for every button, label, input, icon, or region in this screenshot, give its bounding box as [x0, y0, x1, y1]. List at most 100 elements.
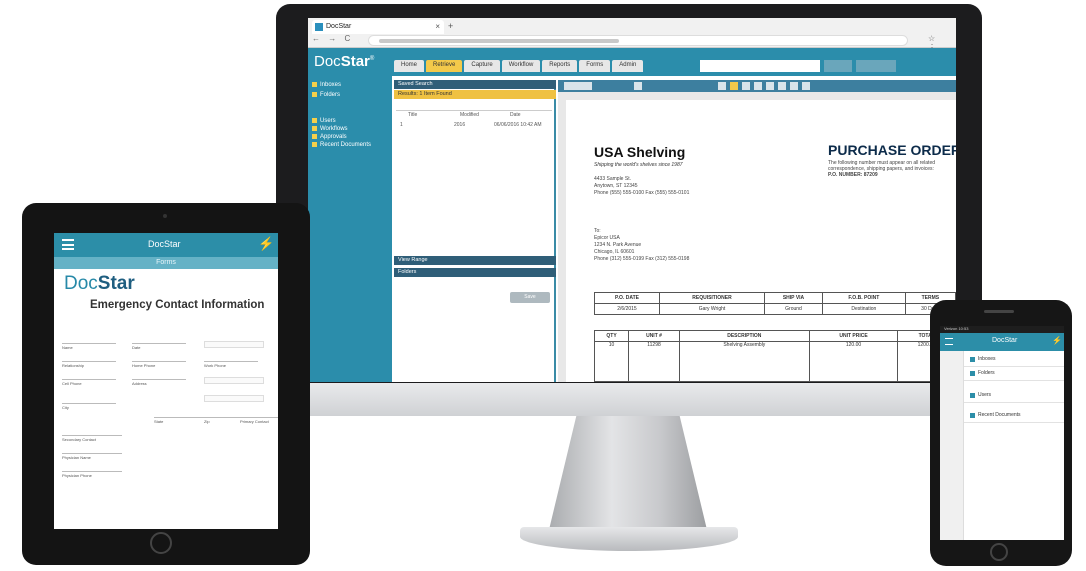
tablet-camera: [163, 214, 167, 218]
table-header-cell: UNIT #: [628, 330, 680, 342]
tab-admin[interactable]: Admin: [612, 60, 644, 72]
form-field-line[interactable]: [62, 379, 116, 380]
tablet-subheader: Forms: [54, 257, 278, 269]
tab-home[interactable]: Home: [394, 60, 425, 72]
address-line: Phone (555) 555-0100 Fax (555) 555-0101: [594, 190, 690, 196]
to-line: Chicago, IL 60601: [594, 249, 635, 255]
form-label: City: [62, 405, 69, 410]
phone-speaker: [984, 310, 1014, 313]
phone-menu-item-recent-documents[interactable]: Recent Documents: [978, 412, 1021, 418]
table-cell: Shelving Assembly: [678, 341, 810, 382]
column-header-date[interactable]: Date: [510, 112, 521, 118]
form-field-line[interactable]: [204, 361, 258, 362]
form-field-line[interactable]: [62, 453, 122, 454]
table-header-cell: P.O. DATE: [594, 292, 660, 304]
form-label: Zip: [204, 419, 210, 424]
sidebar-item-inboxes[interactable]: Inboxes: [312, 82, 341, 88]
phone-side-strip: [940, 351, 964, 540]
form-label: Secondary Contact: [62, 437, 97, 442]
menu-item-icon: [970, 413, 975, 418]
to-line: 1234 N. Park Avenue: [594, 242, 642, 248]
phone-menu-item-folders[interactable]: Folders: [978, 370, 995, 376]
rotate-icon[interactable]: [718, 82, 726, 90]
sidebar-item-recent-documents[interactable]: Recent Documents: [312, 142, 371, 148]
sidebar-item-folders[interactable]: Folders: [312, 92, 340, 98]
sidebar-item-users[interactable]: Users: [312, 118, 336, 124]
table-header-cell: UNIT PRICE: [808, 330, 899, 342]
panel-save-button[interactable]: Save: [510, 292, 550, 303]
sidebar-item-workflows[interactable]: Workflows: [312, 126, 348, 132]
phone-menu-item-users[interactable]: Users: [978, 392, 991, 398]
browser-chrome: DocStar × + ← → C ☆ ⋮: [308, 18, 956, 52]
new-tab-icon[interactable]: +: [448, 21, 453, 31]
browser-tab[interactable]: DocStar ×: [312, 20, 444, 34]
form-input[interactable]: [204, 377, 264, 384]
highlight-icon[interactable]: [742, 82, 750, 90]
divider: [964, 422, 1064, 423]
hamburger-menu-icon[interactable]: [62, 239, 74, 250]
viewer-dropdown[interactable]: [564, 82, 592, 90]
form-field-line[interactable]: [62, 471, 122, 472]
company-tagline: Shipping the world's shelves since 1987: [594, 162, 683, 168]
tab-forms[interactable]: Forms: [579, 60, 611, 72]
browser-tab-title: DocStar: [326, 23, 352, 30]
lightning-icon[interactable]: ⚡: [258, 236, 274, 252]
search-button[interactable]: [824, 60, 852, 72]
close-tab-icon[interactable]: ×: [435, 22, 440, 31]
tab-workflow[interactable]: Workflow: [501, 60, 541, 72]
table-header-cell: F.O.B. POINT: [821, 292, 906, 304]
form-label: State: [154, 419, 164, 424]
result-cell[interactable]: 06/06/2016 10:42 AM: [494, 122, 542, 128]
column-header-title[interactable]: Title: [408, 112, 417, 118]
form-field-line[interactable]: [132, 361, 186, 362]
saved-search-bar[interactable]: Saved Search: [394, 80, 556, 89]
form-label: Work Phone: [204, 363, 226, 368]
tablet-screen: DocStar ⚡ Forms DocStar Emergency Contac…: [54, 233, 278, 529]
results-bar[interactable]: Results: 1 Item Found: [394, 90, 556, 99]
form-label: Date: [132, 345, 141, 350]
print-icon[interactable]: [802, 82, 810, 90]
hamburger-menu-icon[interactable]: [945, 338, 953, 345]
annotate-icon[interactable]: [730, 82, 738, 90]
fit-page-icon[interactable]: [790, 82, 798, 90]
menu-item-icon: [970, 371, 975, 376]
phone-menu-item-inboxes[interactable]: Inboxes: [978, 356, 996, 362]
monitor-screen: DocStar × + ← → C ☆ ⋮ DocStar® HomeRetri…: [308, 18, 956, 382]
search-input[interactable]: [700, 60, 820, 72]
zoom-in-icon[interactable]: [766, 82, 774, 90]
folders-bar[interactable]: Folders: [394, 268, 556, 277]
form-field-line[interactable]: [132, 379, 186, 380]
redact-icon[interactable]: [754, 82, 762, 90]
to-line: To:: [594, 228, 601, 234]
purchase-order-page: USA Shelving Shipping the world's shelve…: [566, 100, 956, 382]
result-cell[interactable]: 1: [400, 122, 403, 128]
page-input[interactable]: [634, 82, 642, 90]
form-field-line[interactable]: [62, 343, 116, 344]
tab-capture[interactable]: Capture: [464, 60, 500, 72]
address-bar[interactable]: [368, 35, 908, 46]
tab-reports[interactable]: Reports: [542, 60, 578, 72]
form-field-line[interactable]: [62, 403, 116, 404]
tab-retrieve[interactable]: Retrieve: [426, 60, 463, 72]
divider: [964, 380, 1064, 381]
form-label: Cell Phone: [62, 381, 82, 386]
zoom-out-icon[interactable]: [778, 82, 786, 90]
form-field-line[interactable]: [240, 417, 278, 418]
monitor-stand-neck: [548, 414, 708, 534]
search-options-button[interactable]: [856, 60, 896, 72]
form-field-line[interactable]: [62, 435, 122, 436]
form-label: Address: [132, 381, 147, 386]
lightning-icon[interactable]: ⚡: [1052, 336, 1062, 345]
result-cell[interactable]: 2016: [454, 122, 465, 128]
column-header-modified[interactable]: Modified: [460, 112, 479, 118]
table-cell: Destination: [821, 303, 906, 315]
form-field-line[interactable]: [132, 343, 186, 344]
view-range-bar[interactable]: View Range: [394, 256, 556, 265]
form-field-line[interactable]: [62, 361, 116, 362]
form-input[interactable]: [204, 395, 264, 402]
browser-nav-buttons[interactable]: ← → C: [312, 34, 353, 43]
sidebar-item-approvals[interactable]: Approvals: [312, 134, 347, 140]
form-field-line[interactable]: [154, 417, 208, 418]
address-bar-url-blurred: [379, 39, 619, 43]
form-input[interactable]: [204, 341, 264, 348]
